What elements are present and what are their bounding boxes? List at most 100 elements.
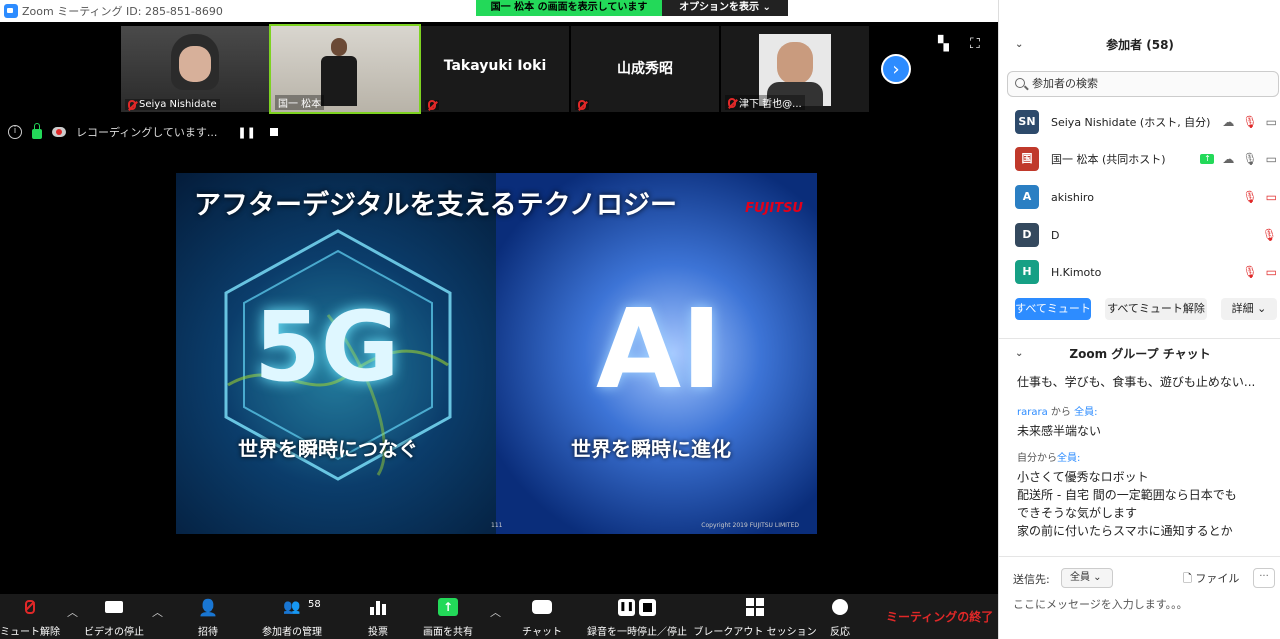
participants-title: 参加者 (58) [1106, 38, 1174, 52]
breakout-sessions-button[interactable]: ブレークアウト セッション [693, 594, 817, 639]
video-camera-icon[interactable]: ▭ [1266, 152, 1277, 166]
search-icon [1015, 78, 1025, 88]
share-screen-button[interactable]: ↑ 画面を共有 [416, 594, 480, 639]
details-dropdown[interactable]: 詳細 ⌄ [1221, 298, 1277, 320]
audio-options-chevron-icon[interactable]: ︿ [67, 604, 78, 620]
grid-icon [745, 597, 765, 617]
participants-header: ⌄ 参加者 (58) [999, 26, 1280, 64]
muted-mic-icon[interactable]: 🎙 [1242, 115, 1257, 129]
lock-icon[interactable] [32, 123, 42, 139]
smiley-icon [830, 597, 850, 617]
view-options-button[interactable]: オプションを表示 ⌄ [662, 0, 788, 16]
slide-right-caption: 世界を瞬時に進化 [571, 437, 731, 461]
participant-row[interactable]: D D 🎙 [1015, 222, 1277, 248]
participant-name: 国一 松本 (共同ホスト) [1051, 153, 1166, 166]
participant-row[interactable]: H H.Kimoto 🎙 ▭ [1015, 259, 1277, 285]
share-banner: 国一 松本 の画面を表示しています [476, 0, 662, 16]
next-page-icon[interactable]: › [881, 54, 911, 84]
participant-name-large: Takayuki Ioki [443, 58, 547, 74]
breakout-sessions-label: ブレークアウト セッション [693, 627, 817, 638]
mic-icon[interactable]: 🎙 [1242, 152, 1257, 166]
chat-text: 小さくて優秀なロボット [1017, 470, 1149, 484]
participant-name: Seiya Nishidate (ホスト, 自分) [1051, 116, 1211, 129]
pause-recording-icon[interactable]: ❚❚ [237, 126, 255, 139]
meeting-toolbar: ミュート解除 ︿ ビデオの停止 ︿ 👤 招待 👥 参加者の管理 58 投票 ↑ … [0, 594, 998, 639]
info-icon[interactable]: i [8, 125, 22, 139]
reactions-button[interactable]: 反応 [820, 594, 860, 639]
polls-button[interactable]: 投票 [358, 594, 398, 639]
video-off-icon[interactable]: ▭ [1266, 190, 1277, 204]
video-thumbnail[interactable]: Takayuki Ioki [421, 26, 569, 112]
unmute-all-button[interactable]: すべてミュート解除 [1105, 298, 1207, 320]
participant-row[interactable]: SN Seiya Nishidate (ホスト, 自分) ☁ 🎙 ▭ [1015, 109, 1277, 135]
avatar: A [1015, 185, 1039, 209]
chat-message-input[interactable]: ここにメッセージを入力します。。。 [1013, 596, 1273, 612]
participant-search-input[interactable]: 参加者の検索 [1007, 71, 1279, 97]
more-options-icon[interactable]: ··· [1253, 568, 1275, 588]
meeting-area: Seiya Nishidate 国一 松本 Takayuki Ioki 山成秀昭… [0, 22, 998, 594]
video-off-icon[interactable]: ▭ [1266, 265, 1277, 279]
video-thumbnail[interactable]: 山成秀昭 [571, 26, 719, 112]
slide-copyright: Copyright 2019 FUJITSU LIMITED [701, 522, 799, 529]
share-screen-label: 画面を共有 [423, 627, 473, 638]
participant-row[interactable]: 国 国一 松本 (共同ホスト) ↑ ☁ 🎙 ▭ [1015, 146, 1277, 172]
send-to-label: 送信先: [1013, 573, 1050, 586]
slide-5g-text: 5G [254, 291, 400, 403]
video-thumbnail[interactable]: 津下 哲也@... [721, 26, 869, 112]
chat-sep: から [1037, 453, 1057, 464]
end-meeting-button[interactable]: ミーティングの終了 [886, 608, 993, 625]
recording-control-label: 録音を一時停止／停止 [587, 627, 687, 638]
chat-text: できそうな気がします [1017, 506, 1138, 520]
participant-name: D [1051, 228, 1060, 242]
slide-left-caption: 世界を瞬時につなぐ [238, 437, 418, 461]
shared-slide: アフターデジタルを支えるテクノロジー FUJITSU 5G AI 世界を瞬時につ… [176, 173, 817, 534]
layout-icon[interactable]: ▚ [938, 36, 949, 52]
file-button[interactable]: 🗋 ファイル [1183, 570, 1239, 589]
fullscreen-icon[interactable]: ⛶ [970, 36, 980, 52]
unmute-label: ミュート解除 [0, 627, 60, 638]
participant-name: Seiya Nishidate [139, 99, 217, 110]
file-icon: 🗋 [1183, 572, 1192, 585]
participant-count-badge: 58 [308, 599, 321, 610]
chat-text: 家の前に付いたらスマホに通知するとか [1017, 524, 1233, 538]
collapse-chevron-icon[interactable]: ⌄ [1015, 339, 1023, 369]
muted-mic-icon[interactable]: 🎙 [1262, 228, 1277, 242]
muted-mic-icon [428, 100, 436, 110]
participant-row[interactable]: A akishiro 🎙 ▭ [1015, 184, 1277, 210]
participant-name: akishiro [1051, 190, 1094, 204]
video-camera-icon[interactable]: ▭ [1266, 115, 1277, 129]
stop-recording-icon[interactable] [269, 128, 278, 136]
chat-header: ⌄ Zoom グループ チャット [999, 338, 1280, 368]
participant-search-placeholder: 参加者の検索 [1032, 77, 1098, 90]
share-options-chevron-icon[interactable]: ︿ [490, 604, 501, 620]
muted-mic-icon [578, 100, 586, 110]
chat-sep: から [1050, 407, 1071, 418]
invite-button[interactable]: 👤 招待 [188, 594, 228, 639]
video-options-chevron-icon[interactable]: ︿ [152, 604, 163, 620]
participant-name: 国一 松本 [278, 99, 322, 110]
stop-video-button[interactable]: ビデオの停止 [82, 594, 146, 639]
collapse-chevron-icon[interactable]: ⌄ [1015, 26, 1023, 64]
video-thumbnail[interactable]: Seiya Nishidate [121, 26, 269, 112]
avatar: SN [1015, 110, 1039, 134]
stop-video-label: ビデオの停止 [84, 627, 144, 638]
window-title: Zoom ミーティング ID: 285-851-8690 [22, 5, 223, 18]
chat-button[interactable]: チャット [522, 594, 562, 639]
slide-brand-logo: FUJITSU [745, 201, 803, 216]
slide-page-number: 111 [491, 522, 503, 529]
side-panel: ⌄ 参加者 (58) 参加者の検索 SN Seiya Nishidate (ホス… [998, 0, 1280, 639]
muted-mic-icon [728, 97, 736, 108]
chat-send-row: 送信先: 全員 ⌄ 🗋 ファイル ··· [999, 556, 1280, 596]
details-label: 詳細 [1231, 302, 1254, 315]
recording-control-button[interactable]: ❚❚ 録音を一時停止／停止 [582, 594, 692, 639]
mute-all-button[interactable]: すべてミュート [1015, 298, 1091, 320]
add-user-icon: 👤 [198, 597, 218, 617]
unmute-button[interactable]: ミュート解除 [0, 594, 60, 639]
muted-mic-icon[interactable]: 🎙 [1242, 265, 1257, 279]
send-to-value: 全員 [1070, 572, 1090, 583]
share-screen-icon: ↑ [438, 597, 458, 617]
muted-mic-icon[interactable]: 🎙 [1242, 190, 1257, 204]
video-thumbnail[interactable]: 国一 松本 [269, 24, 421, 114]
send-to-dropdown[interactable]: 全員 ⌄ [1061, 568, 1113, 588]
participant-name-large: 山成秀昭 [617, 61, 673, 77]
